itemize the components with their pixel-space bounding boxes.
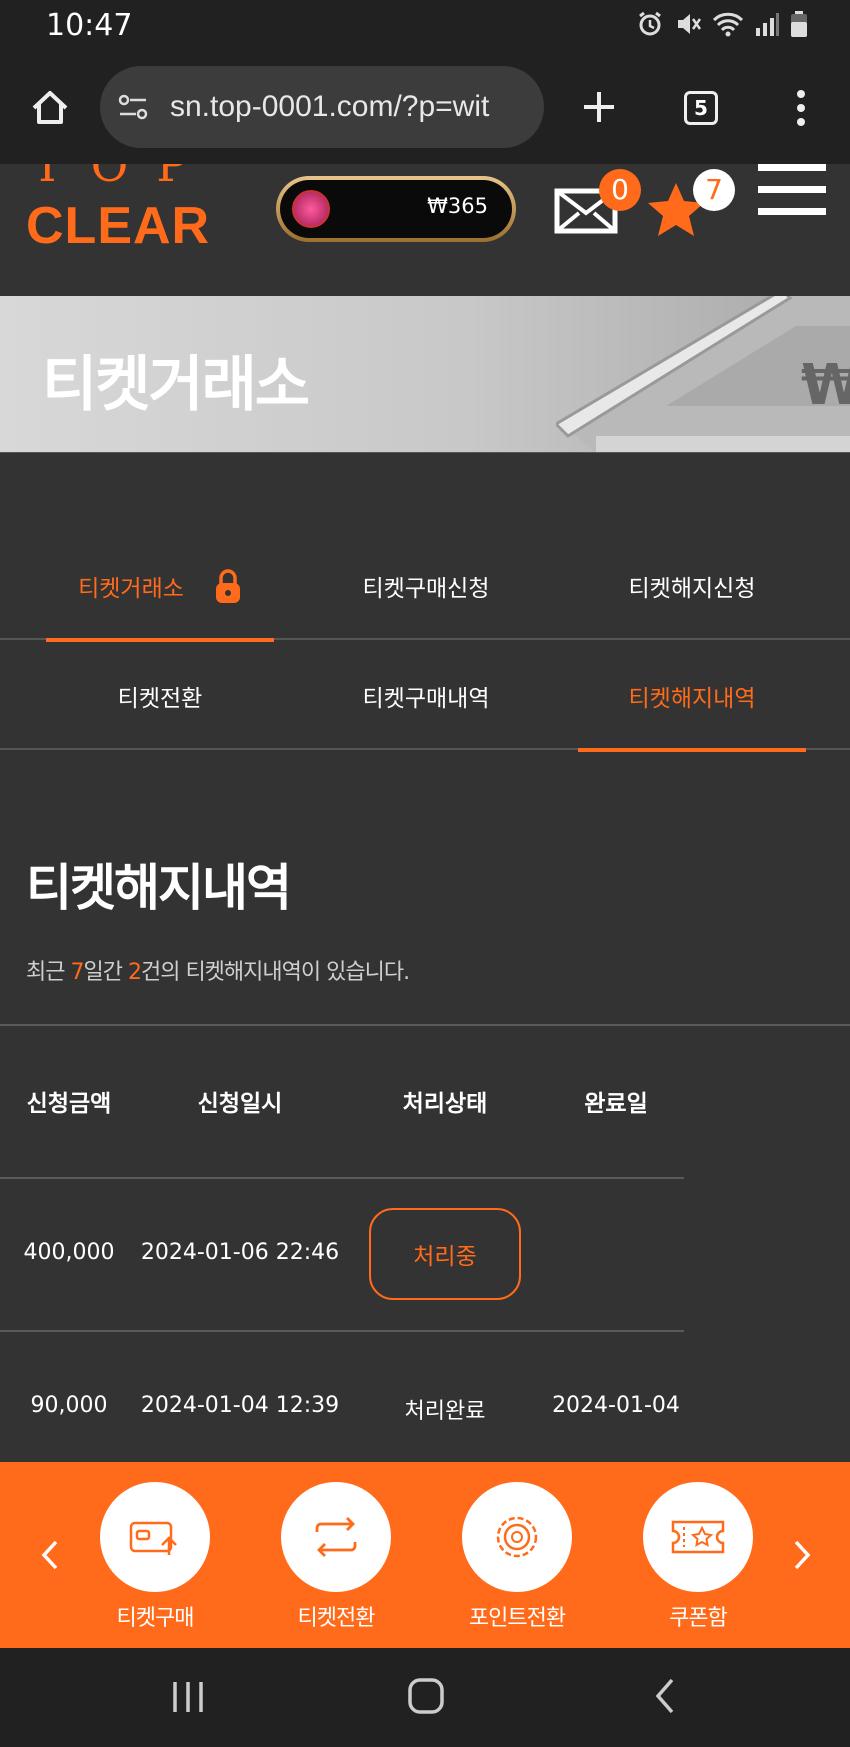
quick-menu-ticket-convert[interactable]: 티켓전환: [281, 1482, 391, 1632]
summary-mid: 일간: [83, 960, 128, 985]
battery-icon: [791, 11, 807, 37]
hamburger-menu-icon[interactable]: [758, 164, 826, 220]
cell-requested: 2024-01-06 22:46: [140, 1240, 340, 1265]
swap-icon: [315, 1517, 357, 1557]
chevron-left-icon[interactable]: [34, 1530, 64, 1580]
tab-active-underline: [578, 748, 806, 752]
url-text: sn.top-0001.com/?p=wit: [170, 90, 490, 123]
status-time: 10:47: [46, 8, 133, 43]
alarm-icon: [639, 11, 661, 36]
wifi-icon: [712, 12, 744, 37]
nav-row-primary: 티켓거래소 티켓구매신청 티켓해지신청: [0, 532, 850, 642]
cell-status: 처리완료: [404, 1399, 486, 1424]
section-title: 티켓해지내역: [26, 859, 292, 917]
tab-ticket-exchange[interactable]: 티켓거래소: [46, 532, 274, 642]
logo-clear-text: CLEAR: [26, 197, 211, 244]
quick-menu-label: 포인트전환: [468, 1606, 566, 1631]
table-header-divider: [0, 1177, 684, 1179]
page-banner: 티켓거래소 ₩: [0, 296, 850, 453]
column-header-completed: 완료일: [584, 1091, 648, 1117]
tab-label: 티켓구매내역: [362, 686, 490, 712]
cell-completed: 2024-01-04: [552, 1393, 680, 1418]
cell-amount: 400,000: [23, 1240, 115, 1265]
tab-label: 티켓해지내역: [628, 686, 756, 712]
section-summary: 최근 7일간 2건의 티켓해지내역이 있습니다.: [26, 954, 410, 986]
quick-menu-label: 쿠폰함: [669, 1606, 728, 1631]
cell-amount: 90,000: [30, 1393, 108, 1418]
gem-icon: [292, 190, 330, 228]
tab-switcher-button[interactable]: 5: [684, 91, 718, 125]
column-header-amount: 신청금액: [26, 1091, 112, 1117]
coupon-icon: [671, 1520, 725, 1554]
quick-menu-point-convert[interactable]: 포인트전환: [462, 1482, 572, 1632]
mute-icon: [678, 14, 702, 34]
recent-apps-icon[interactable]: [170, 1678, 206, 1716]
coin-icon: [496, 1516, 538, 1558]
status-icons: [636, 10, 808, 38]
home-icon[interactable]: [28, 86, 72, 130]
back-nav-icon[interactable]: [650, 1676, 680, 1716]
balance-pill[interactable]: ₩365: [276, 176, 516, 242]
quick-menu-label: 티켓구매: [116, 1606, 195, 1631]
summary-days: 7: [70, 960, 84, 985]
site-settings-icon[interactable]: [116, 90, 150, 124]
bank-building-illustration: ₩: [556, 296, 850, 452]
table-row-divider: [0, 1330, 684, 1332]
browser-toolbar: sn.top-0001.com/?p=wit 5: [0, 52, 850, 164]
status-bar: 10:47: [0, 0, 850, 52]
system-nav-bar: [0, 1648, 850, 1747]
column-header-requested: 신청일시: [197, 1091, 283, 1117]
home-nav-icon[interactable]: [406, 1676, 446, 1716]
site-logo[interactable]: TOP CLEAR: [26, 164, 216, 244]
quick-menu-coupon-box[interactable]: 쿠폰함: [643, 1482, 753, 1632]
svg-text:₩: ₩: [801, 353, 850, 418]
more-options-icon[interactable]: [784, 88, 818, 128]
tab-ticket-convert[interactable]: 티켓전환: [46, 642, 274, 750]
quick-menu-bar: 티켓구매 티켓전환 포인트전환 쿠폰함: [0, 1462, 850, 1648]
tab-label: 티켓해지신청: [628, 576, 756, 602]
tab-label: 티켓구매신청: [362, 576, 490, 602]
lock-icon: [215, 569, 240, 603]
status-processing-button[interactable]: 처리중: [369, 1208, 521, 1300]
summary-count: 2: [127, 960, 142, 985]
address-bar[interactable]: sn.top-0001.com/?p=wit: [100, 66, 544, 148]
nav-row-secondary: 티켓전환 티켓구매내역 티켓해지내역: [0, 642, 850, 752]
summary-prefix: 최근: [26, 960, 71, 985]
divider: [0, 1024, 850, 1026]
new-tab-icon[interactable]: [580, 88, 618, 126]
signal-icon: [756, 13, 779, 36]
wallet-upload-icon: [129, 1521, 177, 1555]
logo-top-text: TOP: [32, 164, 216, 192]
tab-label: 티켓거래소: [78, 576, 184, 602]
tab-label: 티켓전환: [117, 686, 203, 712]
summary-suffix: 건의 티켓해지내역이 있습니다.: [140, 960, 410, 985]
tab-ticket-purchase-request[interactable]: 티켓구매신청: [312, 532, 540, 640]
balance-amount: ₩365: [427, 194, 488, 218]
tab-ticket-purchase-history[interactable]: 티켓구매내역: [312, 642, 540, 750]
quick-menu-label: 티켓전환: [297, 1606, 376, 1631]
site-header: TOP CLEAR ₩365 0 7: [0, 164, 850, 296]
column-header-status: 처리상태: [402, 1091, 488, 1117]
quick-menu-ticket-purchase[interactable]: 티켓구매: [100, 1482, 210, 1632]
cell-requested: 2024-01-04 12:39: [140, 1393, 340, 1418]
tab-ticket-cancel-request[interactable]: 티켓해지신청: [578, 532, 806, 640]
favorites-count-badge: 7: [693, 169, 735, 211]
tab-ticket-cancel-history[interactable]: 티켓해지내역: [578, 642, 806, 752]
chevron-right-icon[interactable]: [788, 1530, 818, 1580]
mail-count-badge: 0: [599, 169, 641, 211]
banner-title: 티켓거래소: [42, 350, 310, 420]
